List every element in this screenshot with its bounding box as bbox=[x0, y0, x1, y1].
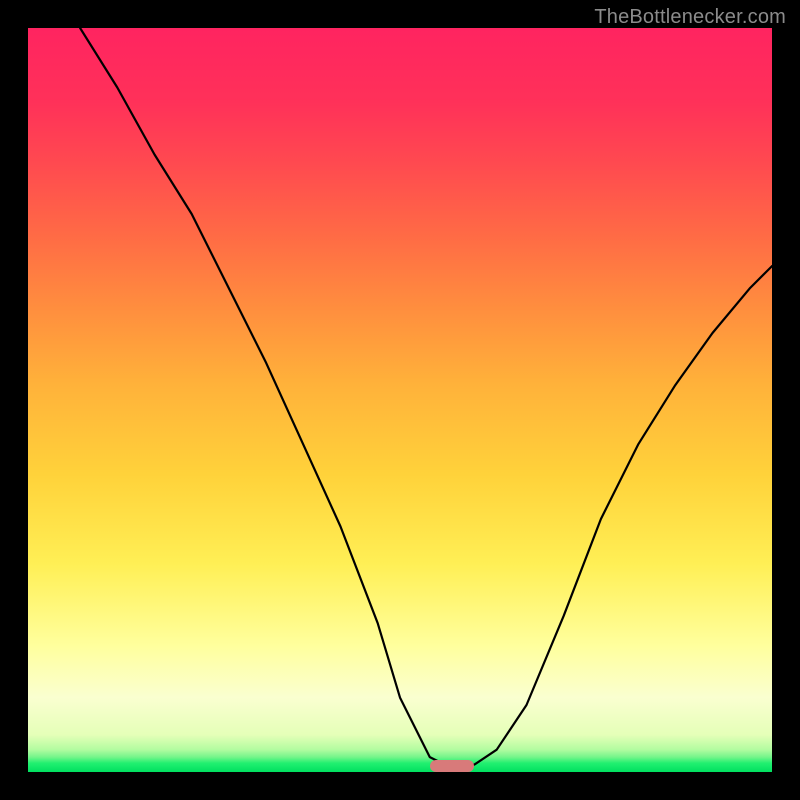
bottleneck-curve bbox=[28, 28, 772, 772]
chart-stage: TheBottlenecker.com bbox=[0, 0, 800, 800]
optimum-marker bbox=[430, 760, 475, 772]
plot-area bbox=[28, 28, 772, 772]
watermark-text: TheBottlenecker.com bbox=[594, 6, 786, 29]
curve-path bbox=[80, 28, 772, 768]
